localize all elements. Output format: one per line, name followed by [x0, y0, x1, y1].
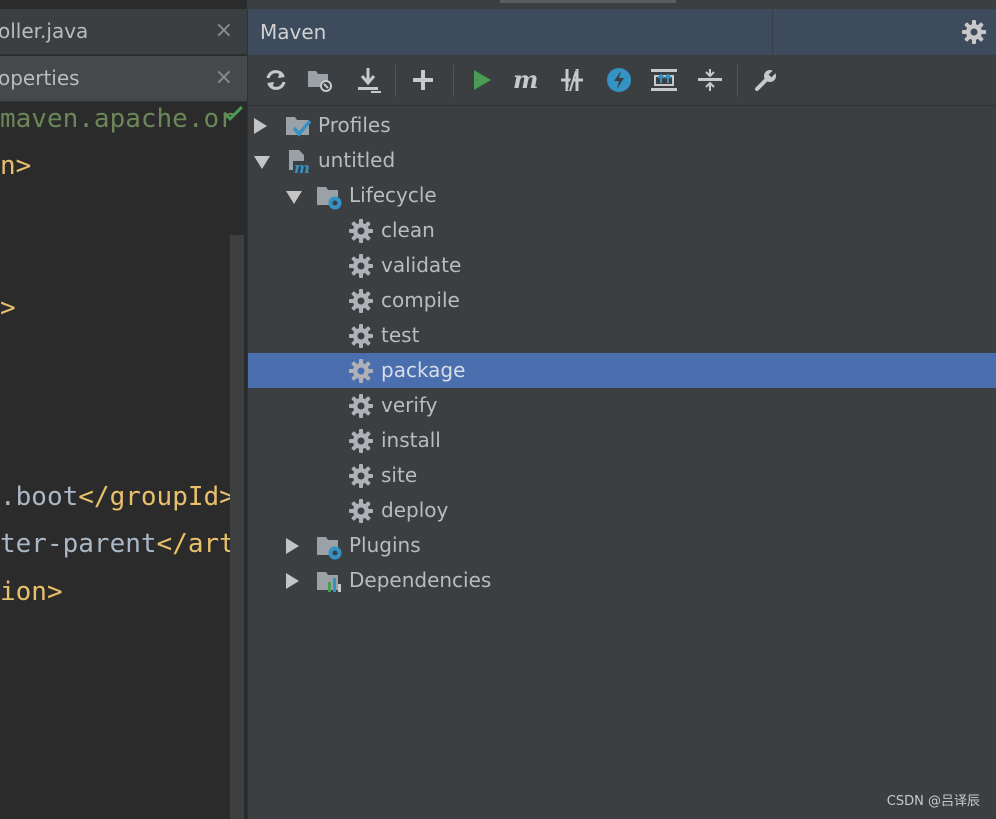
lifecycle-goal-verify[interactable]: verify: [248, 388, 996, 423]
code-line[interactable]: ion>: [0, 577, 63, 607]
tree-node-project[interactable]: m untitled: [248, 143, 996, 178]
goal-label: validate: [381, 253, 462, 277]
goal-label: site: [381, 463, 418, 487]
maven-toolbar: m: [248, 55, 996, 106]
collapse-all-icon[interactable]: [695, 65, 725, 95]
reload-icon[interactable]: [261, 65, 291, 95]
lifecycle-goal-site[interactable]: site: [248, 458, 996, 493]
expand-arrow-icon[interactable]: [286, 573, 299, 589]
tree-label: Lifecycle: [349, 183, 437, 207]
run-icon[interactable]: [467, 65, 497, 95]
tree-label: Profiles: [318, 113, 391, 137]
close-icon[interactable]: ×: [215, 65, 233, 90]
gear-icon[interactable]: [961, 19, 987, 49]
collapse-arrow-icon[interactable]: [254, 156, 270, 169]
tree-node-lifecycle[interactable]: Lifecycle: [248, 178, 996, 213]
goal-label: package: [381, 358, 466, 382]
toolbar-separator: [395, 65, 396, 97]
tab-scroll-indicator: [500, 0, 676, 3]
tree-label: Plugins: [349, 533, 421, 557]
collapse-arrow-icon[interactable]: [286, 191, 302, 204]
goal-label: test: [381, 323, 420, 347]
goal-label: clean: [381, 218, 435, 242]
goal-label: install: [381, 428, 441, 452]
code-line[interactable]: .boot</groupId>: [0, 482, 235, 512]
goal-label: compile: [381, 288, 460, 312]
code-text: .boot: [0, 482, 79, 512]
gear-icon: [348, 463, 376, 489]
code-line[interactable]: maven.apache.or: [0, 104, 235, 134]
close-icon[interactable]: ×: [215, 18, 233, 43]
skip-tests-icon[interactable]: [604, 65, 634, 95]
editor-tab-controller[interactable]: oller.java ×: [0, 9, 247, 55]
tree-node-profiles[interactable]: Profiles: [248, 108, 996, 143]
lifecycle-goal-test[interactable]: test: [248, 318, 996, 353]
code-line[interactable]: n>: [0, 151, 31, 181]
toggle-offline-icon[interactable]: [557, 65, 587, 95]
editor-scrollbar[interactable]: [230, 235, 244, 819]
svg-text:m: m: [294, 159, 310, 176]
editor-tab-properties[interactable]: operties ×: [0, 56, 247, 102]
goal-label: deploy: [381, 498, 449, 522]
add-icon[interactable]: [408, 65, 438, 95]
gear-icon: [348, 218, 376, 244]
editor-pane[interactable]: oller.java × operties × maven.apache.or …: [0, 0, 247, 819]
gear-icon: [348, 358, 376, 384]
maven-project-icon: m: [285, 148, 313, 177]
profiles-folder-icon: [285, 113, 313, 139]
dependencies-folder-icon: [316, 568, 344, 594]
maven-tool-window: Maven m Profiles m untitled Lifecycle cl…: [247, 9, 996, 819]
tree-node-dependencies[interactable]: Dependencies: [248, 563, 996, 598]
settings-icon[interactable]: [751, 65, 781, 95]
gear-icon: [348, 393, 376, 419]
gear-icon: [348, 253, 376, 279]
tree-label: untitled: [318, 148, 396, 172]
tree-label: Dependencies: [349, 568, 492, 592]
lifecycle-goal-deploy[interactable]: deploy: [248, 493, 996, 528]
plugins-folder-icon: [316, 533, 344, 560]
gear-icon: [348, 288, 376, 314]
tree-node-plugins[interactable]: Plugins: [248, 528, 996, 563]
gear-icon: [348, 498, 376, 524]
toolbar-separator: [737, 65, 738, 97]
header-divider: [772, 9, 773, 55]
maven-header: Maven: [248, 9, 996, 55]
lifecycle-goal-install[interactable]: install: [248, 423, 996, 458]
execute-goal-icon[interactable]: m: [512, 65, 542, 95]
expand-arrow-icon[interactable]: [254, 118, 267, 134]
code-line[interactable]: ter-parent</art: [0, 529, 235, 559]
lifecycle-goal-validate[interactable]: validate: [248, 248, 996, 283]
code-text: ter-parent: [0, 529, 157, 559]
lifecycle-goal-package[interactable]: package: [248, 353, 996, 388]
code-tag: </art: [156, 529, 235, 559]
editor-tab-label: operties: [0, 66, 80, 90]
code-tag: </groupId>: [78, 482, 235, 512]
watermark: CSDN @吕译辰: [886, 794, 980, 809]
goal-label: verify: [381, 393, 438, 417]
editor-tab-label: oller.java: [0, 19, 89, 43]
lifecycle-folder-icon: [316, 183, 344, 210]
lifecycle-goal-compile[interactable]: compile: [248, 283, 996, 318]
download-icon[interactable]: [353, 65, 383, 95]
lifecycle-goal-clean[interactable]: clean: [248, 213, 996, 248]
gear-icon: [348, 428, 376, 454]
code-line[interactable]: >: [0, 293, 16, 323]
svg-text:m: m: [513, 68, 538, 92]
toolbar-separator: [453, 65, 454, 97]
generate-sources-icon[interactable]: [305, 65, 335, 95]
expand-arrow-icon[interactable]: [286, 538, 299, 554]
maven-title: Maven: [260, 20, 327, 44]
show-dependencies-icon[interactable]: [649, 65, 679, 95]
gear-icon: [348, 323, 376, 349]
